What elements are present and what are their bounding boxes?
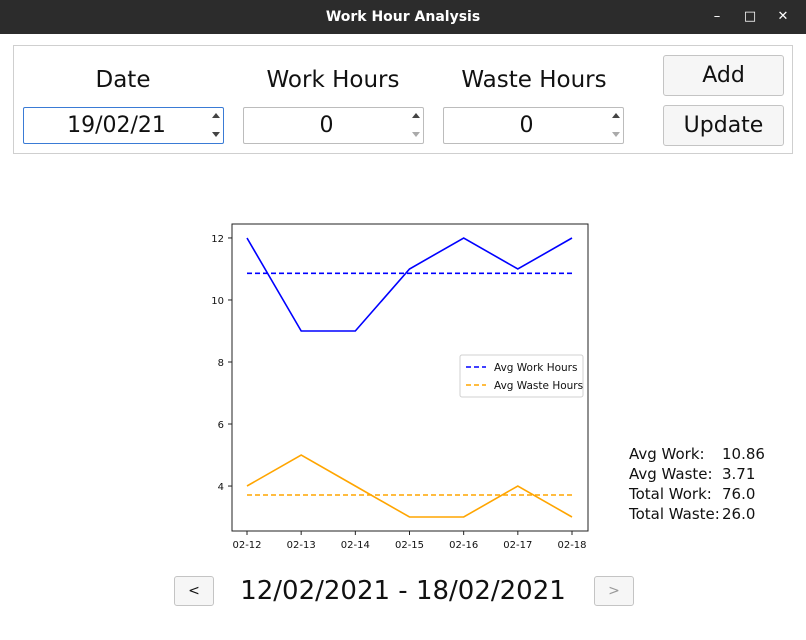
stat-label: Total Work: (629, 485, 712, 503)
x-tick-label: 02-18 (557, 540, 586, 551)
y-tick-label: 8 (218, 358, 224, 369)
legend-avg-work-label: Avg Work Hours (494, 362, 577, 374)
x-tick-label: 02-15 (395, 540, 424, 551)
y-tick-label: 10 (211, 296, 224, 307)
x-tick-label: 02-14 (341, 540, 370, 551)
stat-value: 3.71 (722, 465, 756, 483)
chart-legend: Avg Work Hours Avg Waste Hours (459, 354, 584, 398)
app-window: Work Hour Analysis – □ ✕ Date Work Hours… (0, 0, 806, 640)
stat-avg-waste: Avg Waste: 3.71 (629, 464, 789, 484)
stat-value: 10.86 (722, 445, 765, 463)
date-range-label: 12/02/2021 - 18/02/2021 (240, 576, 566, 606)
minimize-icon[interactable]: – (708, 8, 726, 26)
window-title: Work Hour Analysis (325, 9, 481, 25)
stat-label: Avg Waste: (629, 465, 713, 483)
legend-avg-waste-label: Avg Waste Hours (494, 380, 583, 392)
stat-label: Total Waste: (629, 505, 720, 523)
summary-stats: Avg Work: 10.86 Avg Waste: 3.71 Total Wo… (629, 444, 789, 524)
close-icon[interactable]: ✕ (774, 8, 792, 26)
maximize-icon[interactable]: □ (741, 8, 759, 26)
main-content: Date Work Hours Waste Hours 19/02/21 0 0 (0, 34, 806, 640)
x-tick-label: 02-17 (503, 540, 532, 551)
x-tick-label: 02-13 (287, 540, 316, 551)
stat-label: Avg Work: (629, 445, 705, 463)
x-tick-label: 02-16 (449, 540, 478, 551)
x-tick-label: 02-12 (232, 540, 261, 551)
stat-value: 76.0 (722, 485, 756, 503)
stat-value: 26.0 (722, 505, 756, 523)
y-tick-label: 4 (218, 482, 224, 493)
previous-week-button[interactable]: < (174, 576, 214, 606)
stat-total-waste: Total Waste: 26.0 (629, 504, 789, 524)
stat-avg-work: Avg Work: 10.86 (629, 444, 789, 464)
next-week-button[interactable]: > (594, 576, 634, 606)
title-bar: Work Hour Analysis – □ ✕ (0, 0, 806, 34)
y-tick-label: 6 (218, 420, 224, 431)
stat-total-work: Total Work: 76.0 (629, 484, 789, 504)
y-tick-label: 12 (211, 234, 224, 245)
hours-line-chart: 02-12 02-13 02-14 02-15 02-16 02-17 02-18 4 6 8 10… (211, 223, 589, 551)
